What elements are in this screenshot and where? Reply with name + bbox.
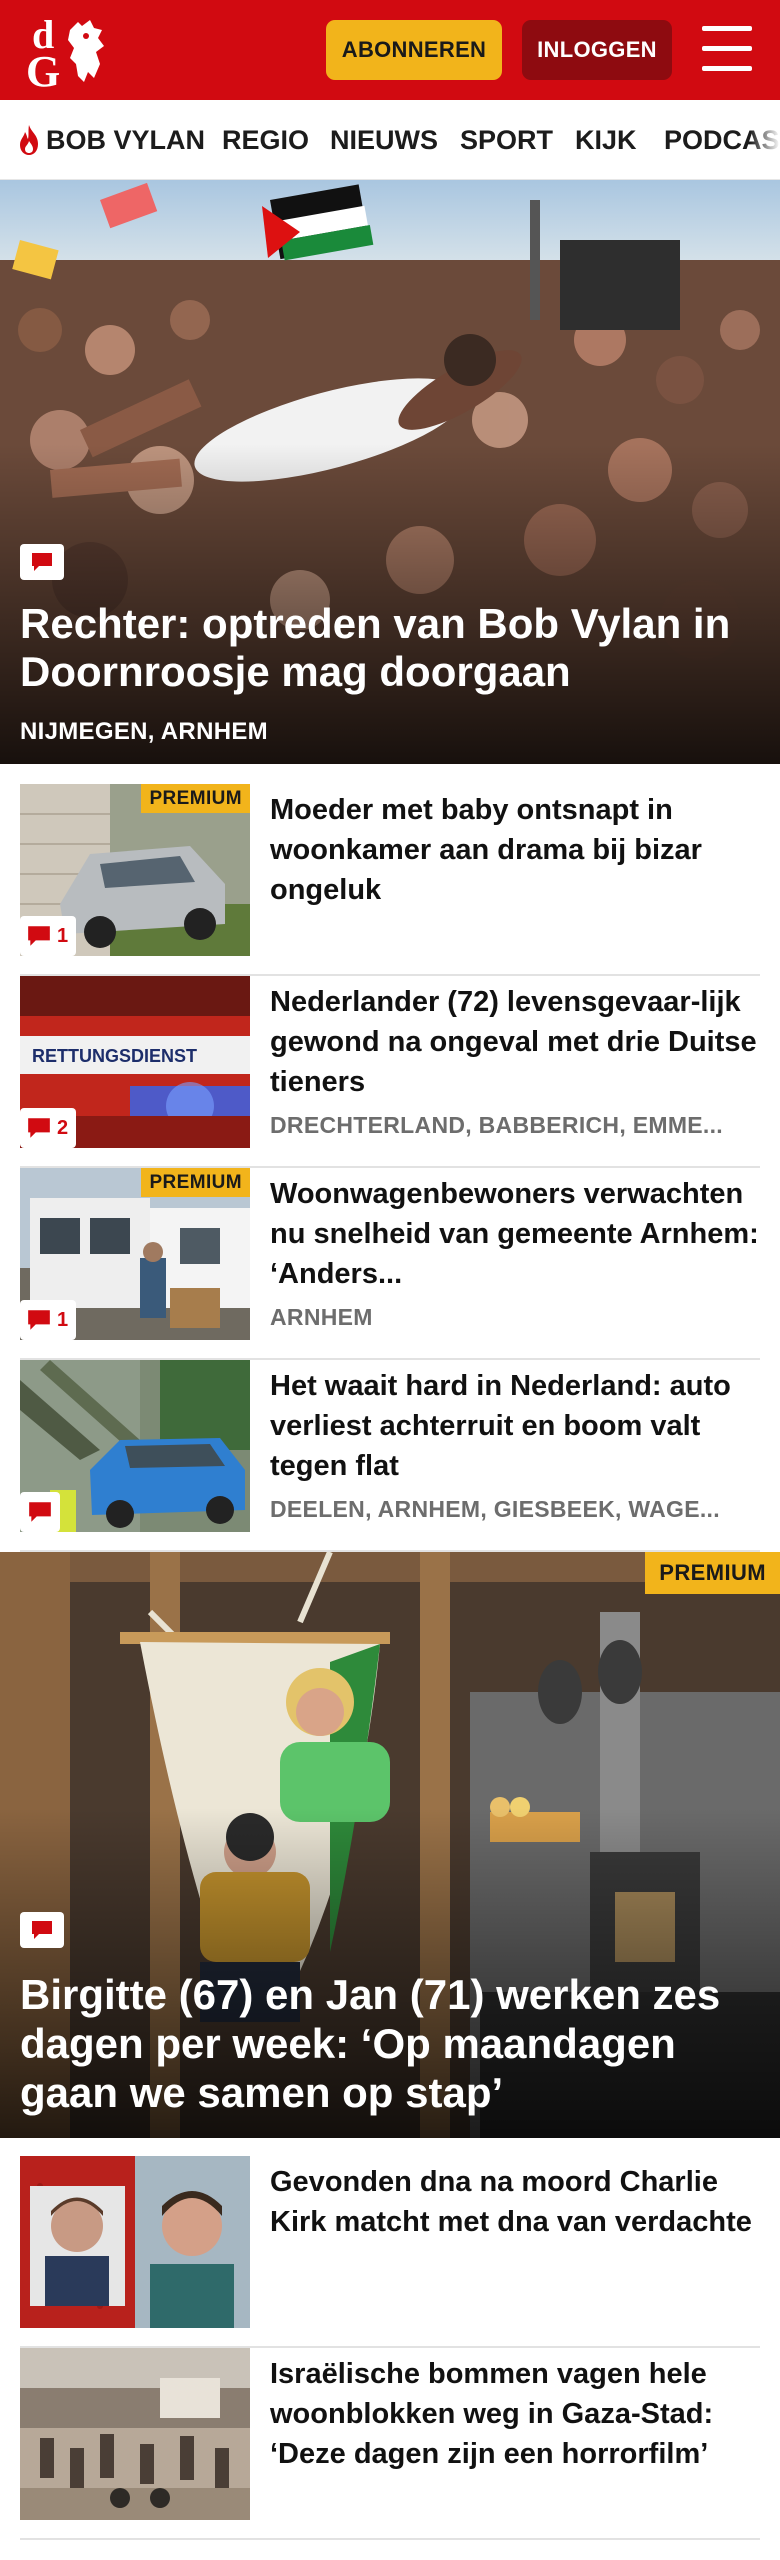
comment-badge <box>20 1912 64 1948</box>
top-header: d G ABONNEREN INLOGGEN <box>0 0 780 100</box>
nav-item-nieuws[interactable]: NIEUWS <box>330 100 438 179</box>
comment-badge: 2 <box>20 1108 77 1148</box>
article-thumbnail <box>20 1360 250 1532</box>
thumb-text: RETTUNGSDIENST <box>32 1046 197 1066</box>
list-item[interactable]: Israëlische bommen vagen hele woonblokke… <box>20 2348 760 2540</box>
nav-item-bob-vylan[interactable]: BOB VYLAN <box>16 100 206 179</box>
site-logo[interactable]: d G <box>24 12 114 96</box>
comment-icon <box>29 1502 51 1522</box>
nav-fade <box>750 100 780 179</box>
list-item[interactable]: PREMIUM 1 Woonwagenbewoners verwachten n… <box>20 1168 760 1360</box>
nav-item-kijk[interactable]: KIJK <box>575 100 637 179</box>
list-item[interactable]: RETTUNGSDIENST 2 Nederlander (72) levens… <box>20 976 760 1168</box>
comment-icon <box>28 1310 50 1330</box>
section-nav: BOB VYLAN REGIO NIEUWS SPORT KIJK PODCAS <box>0 100 780 180</box>
comment-icon <box>32 1921 52 1939</box>
featured-article[interactable]: PREMIUM Birgitte (67) en Jan (71) werken… <box>0 1552 780 2138</box>
list-item[interactable]: PREMIUM 1 Moeder met baby ontsnapt in wo… <box>20 784 760 976</box>
premium-badge: PREMIUM <box>645 1552 780 1594</box>
hero-title[interactable]: Rechter: optreden van Bob Vylan in Doorn… <box>20 600 750 696</box>
nav-item-regio[interactable]: REGIO <box>222 100 309 179</box>
article-thumbnail <box>20 2156 250 2328</box>
menu-icon[interactable] <box>700 24 754 74</box>
comment-count: 2 <box>57 1116 69 1139</box>
article-thumbnail: PREMIUM 1 <box>20 784 250 956</box>
comment-count: 1 <box>57 1308 69 1331</box>
premium-badge: PREMIUM <box>141 784 250 813</box>
login-button[interactable]: INLOGGEN <box>522 20 672 80</box>
comment-icon <box>28 926 50 946</box>
comment-count: 1 <box>57 924 69 947</box>
article-title[interactable]: Woonwagenbewoners verwachten nu snelheid… <box>270 1174 760 1294</box>
article-title[interactable]: Gevonden dna na moord Charlie Kirk match… <box>270 2162 760 2242</box>
list-item[interactable]: Het waait hard in Nederland: auto verlie… <box>20 1360 760 1552</box>
hero-article[interactable]: Rechter: optreden van Bob Vylan in Doorn… <box>0 180 780 764</box>
svg-text:G: G <box>26 47 60 90</box>
flame-icon <box>20 125 38 155</box>
article-thumbnail <box>20 2348 250 2520</box>
comment-icon <box>28 1118 50 1138</box>
article-thumbnail: PREMIUM 1 <box>20 1168 250 1340</box>
feature-title[interactable]: Birgitte (67) en Jan (71) werken zes dag… <box>20 1970 770 2117</box>
hero-location: NIJMEGEN, ARNHEM <box>20 718 268 745</box>
article-title[interactable]: Israëlische bommen vagen hele woonblokke… <box>270 2354 760 2474</box>
premium-badge: PREMIUM <box>141 1168 250 1197</box>
article-title[interactable]: Het waait hard in Nederland: auto verlie… <box>270 1366 760 1486</box>
comment-badge <box>20 544 64 580</box>
article-title[interactable]: Nederlander (72) levensgevaar-lijk gewon… <box>270 982 760 1102</box>
article-thumbnail: RETTUNGSDIENST 2 <box>20 976 250 1148</box>
article-location: DEELEN, ARNHEM, GIESBEEK, WAGE... <box>270 1496 720 1522</box>
comment-badge <box>20 1492 60 1532</box>
nav-item-sport[interactable]: SPORT <box>460 100 553 179</box>
comment-badge: 1 <box>20 1300 77 1340</box>
article-location: DRECHTERLAND, BABBERICH, EMME... <box>270 1112 723 1138</box>
article-title[interactable]: Moeder met baby ontsnapt in woonkamer aa… <box>270 790 760 910</box>
comment-badge: 1 <box>20 916 77 956</box>
list-item[interactable]: Gevonden dna na moord Charlie Kirk match… <box>20 2156 760 2348</box>
article-location: ARNHEM <box>270 1304 373 1330</box>
subscribe-button[interactable]: ABONNEREN <box>326 20 502 80</box>
comment-icon <box>32 553 52 571</box>
nav-label: BOB VYLAN <box>46 124 206 155</box>
